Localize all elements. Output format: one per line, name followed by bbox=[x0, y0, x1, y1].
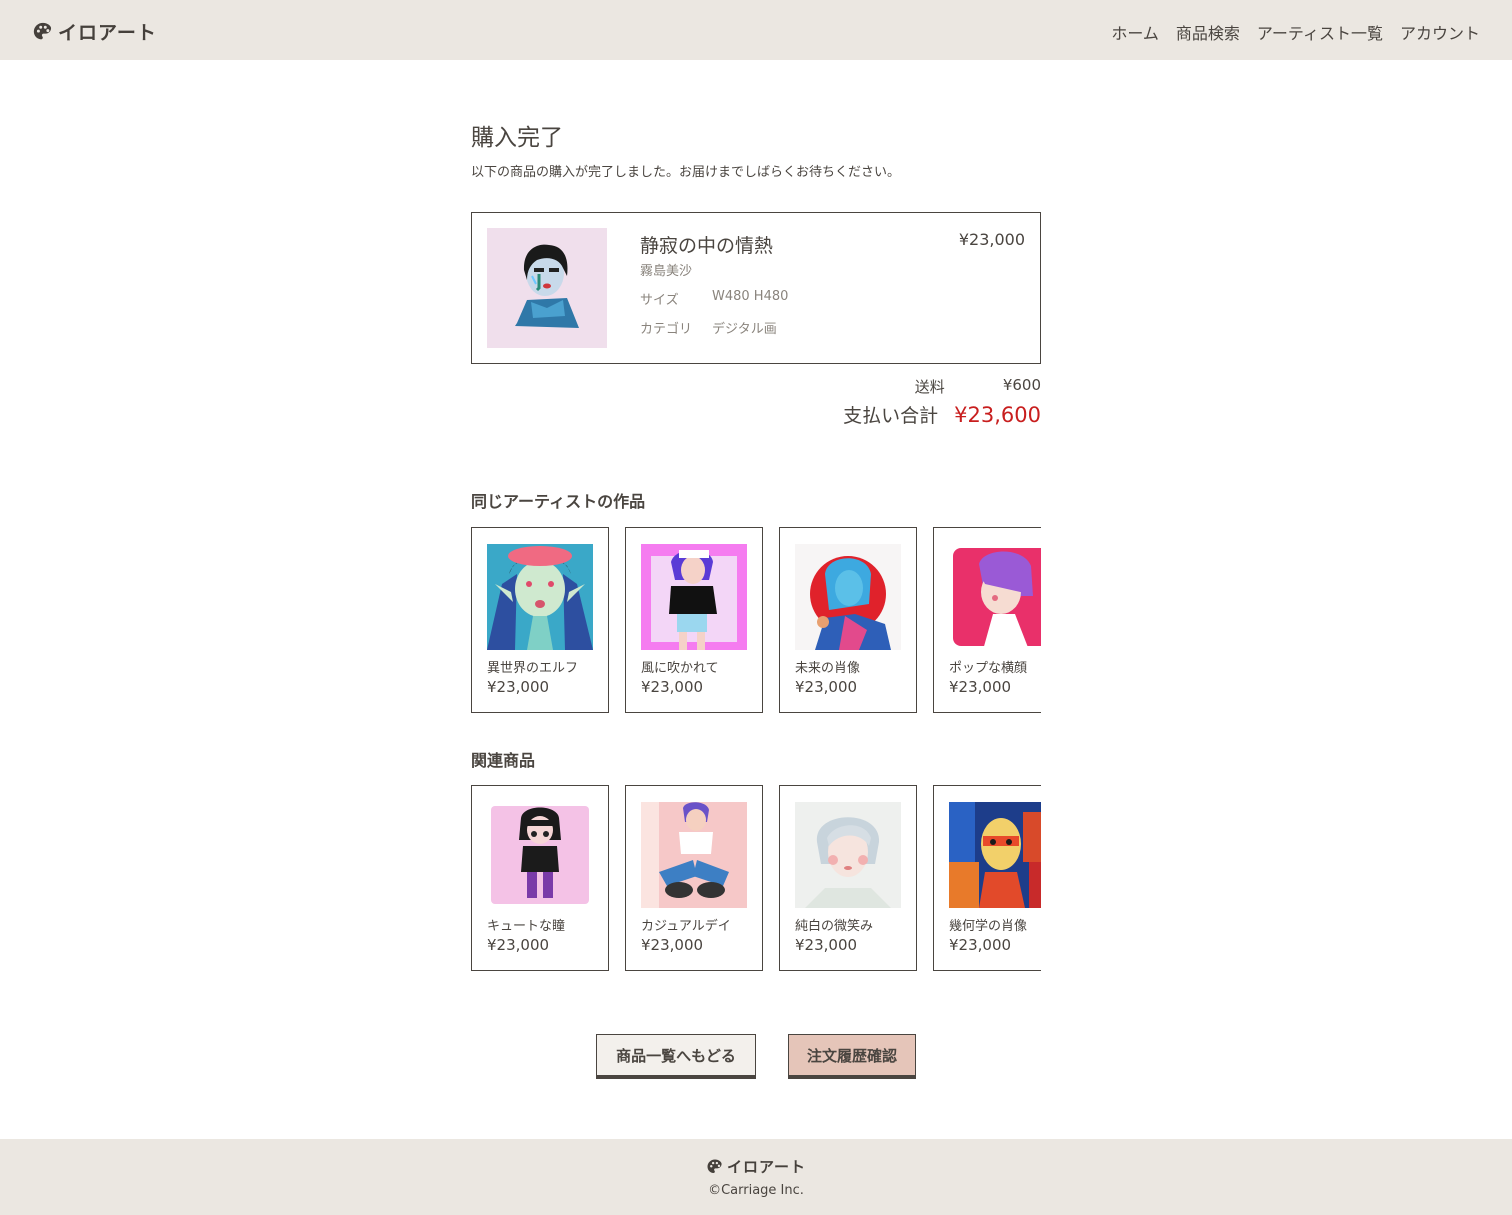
product-image bbox=[641, 802, 747, 908]
site-header: イロアート ホーム 商品検索 アーティスト一覧 アカウント bbox=[0, 0, 1512, 60]
product-card[interactable]: カジュアルデイ ¥23,000 bbox=[625, 785, 763, 971]
product-image bbox=[949, 544, 1041, 650]
product-name: 未来の肖像 bbox=[795, 661, 861, 676]
product-card[interactable]: キュートな瞳 ¥23,000 bbox=[471, 785, 609, 971]
same-artist-list: 異世界のエルフ ¥23,000 風に吹かれて ¥23,000 未来の肖像 ¥23… bbox=[471, 527, 1041, 713]
footer-brand-name: イロアート bbox=[726, 1158, 807, 1176]
palette-icon bbox=[707, 1159, 722, 1173]
product-card[interactable]: ポップな横顔 ¥23,000 bbox=[933, 527, 1041, 713]
total-label: 支払い合計 bbox=[843, 405, 939, 427]
product-price: ¥23,000 bbox=[795, 678, 858, 696]
order-item-card: 静寂の中の情熱 霧島美沙 サイズ W480 H480 カテゴリ デジタル画 ¥2… bbox=[471, 212, 1041, 364]
product-card[interactable]: 風に吹かれて ¥23,000 bbox=[625, 527, 763, 713]
size-value: W480 H480 bbox=[712, 289, 789, 304]
product-image bbox=[795, 544, 901, 650]
product-price: ¥23,000 bbox=[487, 936, 550, 954]
shipping-label: 送料 bbox=[914, 378, 945, 396]
shipping-value: ¥600 bbox=[1002, 376, 1041, 394]
back-to-list-button[interactable]: 商品一覧へもどる bbox=[596, 1034, 756, 1076]
product-image bbox=[641, 544, 747, 650]
order-history-button[interactable]: 注文履歴確認 bbox=[788, 1034, 916, 1076]
size-label: サイズ bbox=[640, 293, 679, 308]
page-title: 購入完了 bbox=[471, 125, 563, 151]
product-image bbox=[487, 544, 593, 650]
product-price: ¥23,000 bbox=[949, 936, 1012, 954]
product-price: ¥23,000 bbox=[641, 678, 704, 696]
main-nav: ホーム 商品検索 アーティスト一覧 アカウント bbox=[1111, 20, 1480, 44]
shipping-row: 送料 ¥600 bbox=[915, 376, 1041, 397]
product-image bbox=[795, 802, 901, 908]
nav-artists[interactable]: アーティスト一覧 bbox=[1257, 20, 1383, 44]
total-value: ¥23,600 bbox=[954, 403, 1041, 427]
palette-icon bbox=[33, 22, 52, 39]
copyright: ©Carriage Inc. bbox=[708, 1183, 804, 1198]
brand-name: イロアート bbox=[58, 22, 157, 44]
order-item-artist: 霧島美沙 bbox=[640, 264, 693, 279]
order-item-category: カテゴリ デジタル画 bbox=[640, 318, 777, 337]
product-price: ¥23,000 bbox=[795, 936, 858, 954]
nav-account[interactable]: アカウント bbox=[1400, 20, 1480, 44]
site-footer: イロアート ©Carriage Inc. bbox=[0, 1139, 1512, 1215]
product-name: 純白の微笑み bbox=[795, 919, 874, 934]
product-name: 異世界のエルフ bbox=[487, 661, 579, 676]
product-name: カジュアルデイ bbox=[641, 919, 731, 934]
product-name: 風に吹かれて bbox=[641, 661, 719, 676]
product-name: キュートな瞳 bbox=[487, 919, 566, 934]
product-price: ¥23,000 bbox=[949, 678, 1012, 696]
product-name: ポップな横顔 bbox=[949, 661, 1028, 676]
category-value: デジタル画 bbox=[712, 322, 777, 337]
product-image bbox=[487, 802, 593, 908]
nav-home[interactable]: ホーム bbox=[1111, 20, 1159, 44]
footer-brand[interactable]: イロアート bbox=[0, 1156, 1512, 1177]
related-title: 関連商品 bbox=[471, 751, 536, 770]
order-item-price: ¥23,000 bbox=[958, 230, 1025, 249]
order-item-size: サイズ W480 H480 bbox=[640, 289, 788, 308]
completion-message: 以下の商品の購入が完了しました。お届けまでしばらくお待ちください。 bbox=[471, 165, 901, 180]
product-name: 幾何学の肖像 bbox=[949, 919, 1028, 934]
nav-search[interactable]: 商品検索 bbox=[1176, 20, 1240, 44]
product-card[interactable]: 未来の肖像 ¥23,000 bbox=[779, 527, 917, 713]
same-artist-title: 同じアーティストの作品 bbox=[471, 492, 646, 511]
related-list: キュートな瞳 ¥23,000 カジュアルデイ ¥23,000 純白の微笑み ¥2… bbox=[471, 785, 1041, 971]
brand-logo[interactable]: イロアート bbox=[32, 18, 157, 45]
total-row: 支払い合計 ¥23,600 bbox=[843, 401, 1041, 428]
order-item-image bbox=[487, 228, 607, 348]
product-price: ¥23,000 bbox=[641, 936, 704, 954]
order-item-name: 静寂の中の情熱 bbox=[640, 235, 774, 257]
product-card[interactable]: 純白の微笑み ¥23,000 bbox=[779, 785, 917, 971]
product-card[interactable]: 異世界のエルフ ¥23,000 bbox=[471, 527, 609, 713]
product-card[interactable]: 幾何学の肖像 ¥23,000 bbox=[933, 785, 1041, 971]
product-image bbox=[949, 802, 1041, 908]
product-price: ¥23,000 bbox=[487, 678, 550, 696]
category-label: カテゴリ bbox=[640, 322, 693, 337]
